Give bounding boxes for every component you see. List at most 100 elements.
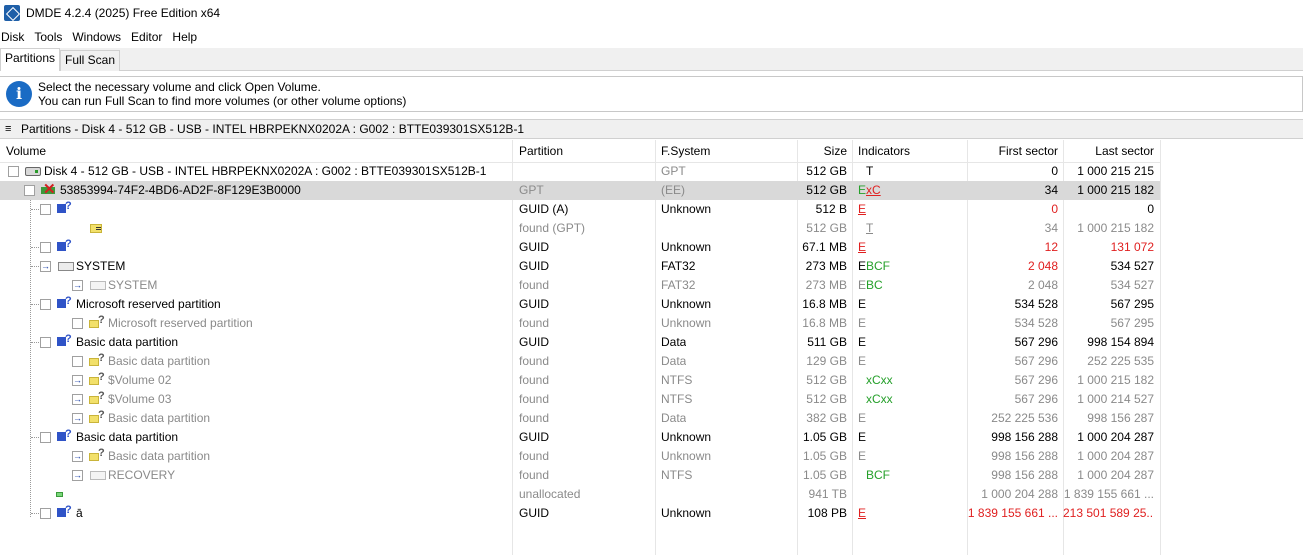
first-sector-cell: 567 296 (1014, 335, 1058, 349)
found-unknown-icon: ? (89, 447, 105, 462)
table-row[interactable]: ? ā GUID Unknown 108 PB E 1 839 155 661 … (0, 504, 1160, 523)
panel-menu-icon[interactable]: ≡ (5, 124, 15, 135)
table-row[interactable]: ? Microsoft reserved partition found Unk… (0, 314, 1160, 333)
menu-disk[interactable]: Disk (0, 28, 29, 46)
menu-help[interactable]: Help (171, 28, 202, 46)
open-volume-arrow-icon[interactable]: → (72, 394, 83, 405)
menu-windows[interactable]: Windows (71, 28, 126, 46)
partition-cell: found (519, 316, 550, 330)
indicator-e: E (858, 278, 867, 292)
volume-name: Basic data partition (76, 335, 179, 349)
table-row[interactable]: → ? Basic data partition found Data 382 … (0, 409, 1160, 428)
column-header-partition[interactable]: Partition (519, 140, 563, 162)
indicator-cell: BCF (866, 468, 890, 482)
table-row[interactable]: ? Microsoft reserved partition GUID Unkn… (0, 295, 1160, 314)
size-cell: 382 GB (806, 411, 847, 425)
column-header-first-sector[interactable]: First sector (967, 140, 1058, 162)
fs-cell: GPT (661, 164, 686, 178)
menu-editor[interactable]: Editor (130, 28, 167, 46)
found-gpt-icon (90, 224, 102, 233)
column-header-fsystem[interactable]: F.System (661, 140, 710, 162)
column-header-indicators[interactable]: Indicators (858, 140, 910, 162)
indicator-cell: xCxx (866, 373, 893, 387)
fs-cell: Unknown (661, 240, 712, 254)
first-sector-cell: 1 839 155 661 ... (967, 506, 1058, 520)
indicator-c: C (872, 183, 881, 197)
row-checkbox[interactable] (72, 318, 83, 329)
indicator-cell: xCxx (866, 392, 893, 406)
row-checkbox[interactable] (40, 299, 51, 310)
found-unknown-icon: ? (89, 352, 105, 367)
row-checkbox[interactable] (40, 337, 51, 348)
column-header-volume[interactable]: Volume (6, 140, 46, 162)
table-row[interactable]: → SYSTEM GUID FAT32 273 MB EBCF 2 048 53… (0, 257, 1160, 276)
table-row[interactable]: → ? $Volume 02 found NTFS 512 GB xCxx 56… (0, 371, 1160, 390)
table-row-selected[interactable]: ✕ 53853994-74F2-4BD6-AD2F-8F129E3B0000 G… (0, 181, 1160, 200)
column-header-size[interactable]: Size (797, 140, 847, 162)
row-checkbox[interactable] (24, 185, 35, 196)
fs-cell: NTFS (661, 392, 693, 406)
table-row[interactable]: ? GUID (A) Unknown 512 B E 0 0 (0, 200, 1160, 219)
fs-cell: Unknown (661, 202, 712, 216)
row-checkbox[interactable] (72, 356, 83, 367)
open-volume-arrow-icon[interactable]: → (72, 280, 83, 291)
first-sector-cell: 998 156 288 (991, 449, 1058, 463)
menu-tools[interactable]: Tools (33, 28, 67, 46)
volume-name: $Volume 02 (108, 373, 172, 387)
tab-partitions[interactable]: Partitions (0, 48, 61, 71)
table-row[interactable]: ? Basic data partition found Data 129 GB… (0, 352, 1160, 371)
size-cell: 511 GB (807, 335, 847, 349)
open-volume-arrow-icon[interactable]: → (72, 413, 83, 424)
unallocated-icon (56, 492, 63, 497)
last-sector-cell: 1 000 215 182 (1077, 183, 1154, 197)
open-volume-arrow-icon[interactable]: → (72, 451, 83, 462)
tab-full-scan[interactable]: Full Scan (60, 50, 121, 71)
table-row[interactable]: → RECOVERY found NTFS 1.05 GB BCF 998 15… (0, 466, 1160, 485)
first-sector-cell: 2 048 (1027, 259, 1058, 273)
row-checkbox[interactable] (40, 242, 51, 253)
menu-bar: Disk Tools Windows Editor Help (0, 28, 206, 46)
open-volume-arrow-icon[interactable]: → (72, 470, 83, 481)
last-sector-cell: 998 154 894 (1087, 335, 1154, 349)
tree-line (31, 513, 39, 514)
row-checkbox[interactable] (8, 166, 19, 177)
open-volume-arrow-icon[interactable]: → (72, 375, 83, 386)
size-cell: 512 GB (806, 164, 847, 178)
table-row[interactable]: ? Basic data partition GUID Data 511 GB … (0, 333, 1160, 352)
table-row[interactable]: ? Basic data partition GUID Unknown 1.05… (0, 428, 1160, 447)
open-volume-arrow-icon[interactable]: → (40, 261, 51, 272)
unknown-partition-icon: ? (57, 428, 73, 443)
table-row[interactable]: found (GPT) 512 GB T 34 1 000 215 182 (0, 219, 1160, 238)
partition-cell: found (519, 354, 550, 368)
last-sector-cell: 131 072 (1110, 240, 1154, 254)
fs-cell: Unknown (661, 506, 712, 520)
gpt-error-icon: ✕ (41, 181, 56, 198)
partition-cell: found (519, 373, 550, 387)
unknown-partition-icon: ? (57, 295, 73, 310)
partition-cell: found (519, 392, 550, 406)
partition-cell: GUID (519, 335, 549, 349)
table-row[interactable]: → ? $Volume 03 found NTFS 512 GB xCxx 56… (0, 390, 1160, 409)
size-cell: 512 GB (806, 221, 847, 235)
indicator-rest: BC (866, 278, 883, 292)
table-row[interactable]: unallocated 941 TB 1 000 204 288 1 839 1… (0, 485, 1160, 504)
fs-cell: NTFS (661, 373, 693, 387)
table-row[interactable]: → SYSTEM found FAT32 273 MB EBC 2 048 53… (0, 276, 1160, 295)
table-row[interactable]: → ? Basic data partition found Unknown 1… (0, 447, 1160, 466)
fs-cell: FAT32 (661, 259, 696, 273)
volume-name: Basic data partition (108, 354, 211, 368)
size-cell: 108 PB (807, 506, 847, 520)
info-line-1: Select the necessary volume and click Op… (38, 80, 321, 94)
fs-cell: Unknown (661, 316, 712, 330)
table-row[interactable]: ? GUID Unknown 67.1 MB E 12 131 072 (0, 238, 1160, 257)
partition-cell: unallocated (519, 487, 581, 501)
table-row[interactable]: Disk 4 - 512 GB - USB - INTEL HBRPEKNX02… (0, 162, 1160, 181)
partition-cell: GUID (A) (519, 202, 569, 216)
column-header-last-sector[interactable]: Last sector (1063, 140, 1154, 162)
indicator-cell: ExC (858, 181, 881, 200)
row-checkbox[interactable] (40, 508, 51, 519)
first-sector-cell: 534 528 (1014, 316, 1058, 330)
row-checkbox[interactable] (40, 432, 51, 443)
indicator-cell: E (858, 354, 867, 368)
row-checkbox[interactable] (40, 204, 51, 215)
